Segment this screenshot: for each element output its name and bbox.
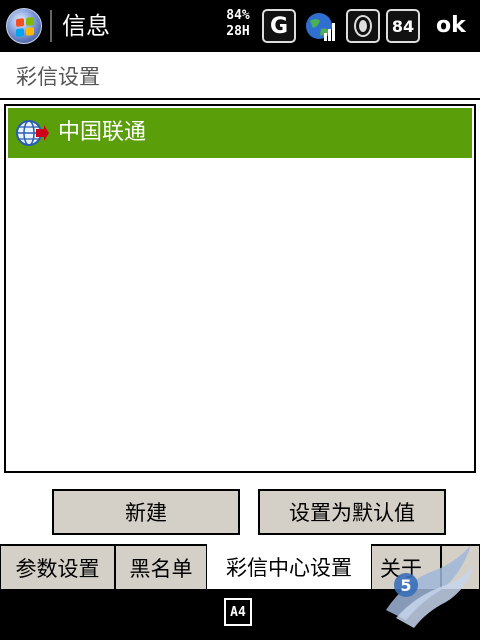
speaker-icon[interactable] xyxy=(346,9,380,43)
title-bar: 信息 84% 28H G 84 ok xyxy=(0,0,480,52)
battery-mode: 28H xyxy=(226,24,250,39)
list-item[interactable]: 中国联通 xyxy=(8,108,472,158)
tab-mms-center-settings[interactable]: 彩信中心设置 xyxy=(207,544,371,590)
tab-strip: 参数设置 黑名单 彩信中心设置 关于 xyxy=(0,544,480,590)
mms-profile-list[interactable]: 中国联通 xyxy=(4,104,476,473)
title-separator xyxy=(50,10,52,42)
notification-count-icon[interactable]: 84 xyxy=(386,9,420,43)
title-divider xyxy=(0,98,480,100)
set-default-button[interactable]: 设置为默认值 xyxy=(258,489,446,535)
content-area: 彩信设置 中国联通 新建 设置为默认值 xyxy=(0,52,480,544)
bottom-bar: A4 xyxy=(0,590,480,640)
tab-scroll-area[interactable] xyxy=(441,544,480,590)
ok-button[interactable]: ok xyxy=(436,10,466,42)
windows-start-icon[interactable] xyxy=(6,8,42,44)
network-globe-icon xyxy=(16,120,49,146)
app-title: 信息 xyxy=(62,12,110,40)
list-item-label: 中国联通 xyxy=(58,120,147,145)
battery-status[interactable]: 84% 28H xyxy=(218,8,258,40)
new-button[interactable]: 新建 xyxy=(52,489,240,535)
globe-signal-icon[interactable] xyxy=(304,9,338,43)
battery-percent: 84% xyxy=(226,8,250,23)
tab-parameters[interactable]: 参数设置 xyxy=(0,544,115,590)
network-type-icon[interactable]: G xyxy=(262,9,296,43)
input-panel-icon[interactable]: A4 xyxy=(224,598,252,626)
page-title: 彩信设置 xyxy=(16,65,100,89)
tab-about[interactable]: 关于 xyxy=(371,544,441,590)
tab-blacklist[interactable]: 黑名单 xyxy=(115,544,207,590)
